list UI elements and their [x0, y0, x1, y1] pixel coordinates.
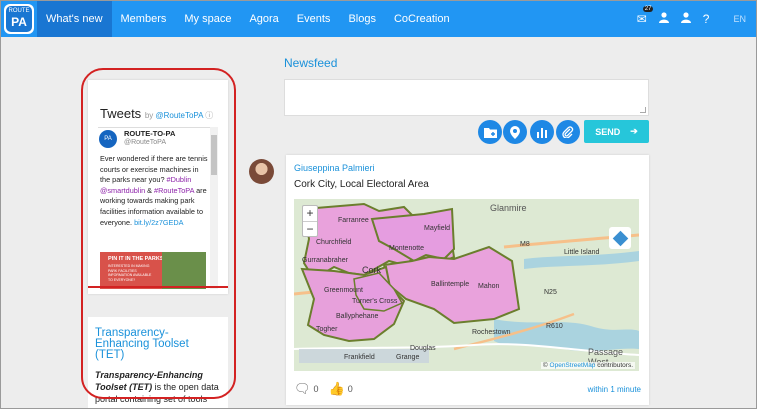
- layers-icon: [612, 230, 628, 246]
- send-button[interactable]: SEND ➔: [584, 120, 649, 143]
- post-area-title: Cork City, Local Electoral Area: [294, 179, 429, 190]
- chart-button[interactable]: [530, 120, 554, 144]
- map-label: N25: [544, 289, 557, 296]
- like-count: 0: [347, 384, 353, 394]
- map-attribution: © OpenStreetMap contributors.: [540, 362, 635, 369]
- add-folder-icon: [483, 127, 497, 138]
- map-label: Turner's Cross: [352, 298, 398, 305]
- map-view[interactable]: Glanmire Mayfield Montenotte Churchfield…: [294, 199, 639, 371]
- messages-badge: 27: [642, 6, 654, 12]
- nav-my-space[interactable]: My space: [175, 1, 240, 37]
- map-label: Churchfield: [316, 239, 352, 246]
- author-avatar[interactable]: [249, 159, 274, 184]
- map-label: Gurranabraher: [302, 257, 348, 264]
- location-pin-icon: [510, 125, 520, 139]
- nav-icon-group: ✉ 27 ? EN: [637, 6, 756, 26]
- language-selector[interactable]: EN: [733, 14, 746, 24]
- map-label: Frankfield: [344, 354, 375, 361]
- nav-events[interactable]: Events: [288, 1, 340, 37]
- attachment-icon: [562, 126, 574, 138]
- osm-link[interactable]: OpenStreetMap: [550, 362, 596, 369]
- logo-text: PA: [11, 15, 27, 29]
- route-to-pa-logo[interactable]: ROUTE PA: [4, 4, 34, 34]
- nav-whats-new[interactable]: What's new: [37, 1, 112, 37]
- add-folder-button[interactable]: [478, 120, 502, 144]
- map-label: M8: [520, 241, 530, 248]
- map-label: Mayfield: [424, 225, 451, 232]
- arrow-right-icon: ➔: [630, 126, 638, 136]
- nav-agora[interactable]: Agora: [240, 1, 287, 37]
- post-card: Giuseppina Palmieri Cork City, Local Ele…: [286, 155, 649, 405]
- nav-cocreation[interactable]: CoCreation: [385, 1, 459, 37]
- send-label: SEND: [595, 126, 621, 137]
- post-textarea[interactable]: [284, 79, 649, 116]
- map-label: R610: [546, 323, 563, 330]
- map-label: Farranree: [338, 217, 369, 224]
- like-icon[interactable]: 👍: [329, 381, 345, 397]
- attachment-button[interactable]: [556, 120, 580, 144]
- location-button[interactable]: [503, 120, 527, 144]
- comment-icon[interactable]: 🗨: [294, 381, 311, 397]
- logo-mark: ROUTE PA: [6, 6, 32, 32]
- map-label: Little Island: [564, 249, 600, 256]
- help-icon[interactable]: ?: [703, 12, 710, 26]
- user-icon[interactable]: [658, 12, 669, 26]
- envelope-icon[interactable]: ✉ 27: [637, 6, 654, 26]
- map-label: Montenotte: [389, 245, 425, 252]
- map-label: Togher: [316, 326, 338, 333]
- map-label: Ballyphehane: [336, 313, 379, 320]
- post-footer: 🗨 0 👍 0 within 1 minute: [294, 381, 641, 397]
- map-label: Cork: [362, 265, 382, 275]
- map-label: Ballintemple: [431, 281, 470, 288]
- map-label: Rochestown: [472, 329, 511, 336]
- map-label: Glanmire: [490, 203, 527, 213]
- comment-count: 0: [313, 384, 319, 394]
- layers-button[interactable]: [609, 227, 631, 249]
- map-label: Greenmount: [324, 287, 363, 294]
- nav-blogs[interactable]: Blogs: [339, 1, 385, 37]
- resize-handle[interactable]: [640, 107, 646, 113]
- map-zoom-control: + −: [302, 205, 318, 237]
- map-label: Douglas: [410, 345, 436, 352]
- profile-icon[interactable]: [680, 12, 691, 26]
- nav-members[interactable]: Members: [112, 1, 176, 37]
- top-navbar: ROUTE PA What's new Members My space Ago…: [1, 1, 756, 37]
- zoom-in-button[interactable]: +: [303, 206, 317, 221]
- post-author[interactable]: Giuseppina Palmieri: [294, 163, 375, 173]
- bar-chart-icon: [537, 127, 547, 138]
- post-timestamp: within 1 minute: [587, 384, 641, 394]
- highlight-oval: [81, 68, 236, 399]
- map-label: Mahon: [478, 283, 500, 290]
- logo-subtext: ROUTE: [8, 8, 30, 14]
- newsfeed-title: Newsfeed: [284, 56, 338, 70]
- zoom-out-button[interactable]: −: [303, 221, 317, 236]
- map-label: Grange: [396, 354, 420, 361]
